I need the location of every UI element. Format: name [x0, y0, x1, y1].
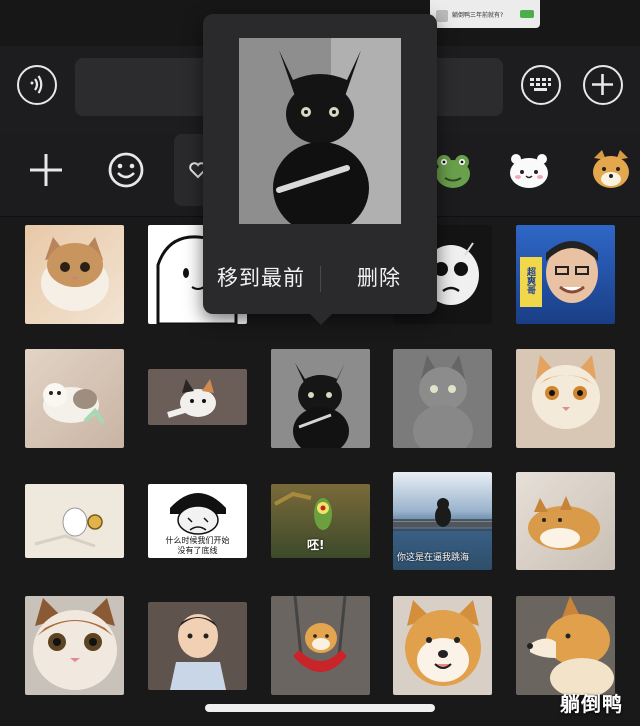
move-to-front-button[interactable]: 移到最前: [217, 262, 305, 292]
cat-closeup-image: [33, 598, 117, 690]
sticker-meme-no-bottom-line[interactable]: 什么时候我们开始 没有了底线: [148, 484, 247, 558]
chat-message-preview: 躺倒鸭三年前就有?: [430, 0, 540, 28]
black-cat-preview-image: [239, 38, 401, 224]
kitten-image: [43, 383, 105, 425]
add-sticker-icon[interactable]: [26, 150, 66, 190]
shiba-swing-image: [293, 596, 347, 672]
sticker-caption: 什么时候我们开始 没有了底线: [165, 536, 230, 555]
preview-button[interactable]: [520, 10, 534, 18]
sticker-toddler[interactable]: [148, 602, 247, 690]
avatar: [436, 10, 448, 22]
shiba-lying-image: [528, 496, 600, 550]
sticker-cat-closeup[interactable]: [25, 596, 124, 695]
sticker-shiba-swing[interactable]: [271, 596, 370, 695]
sticker-context-menu: 移到最前 删除: [203, 14, 437, 314]
sticker-shiba-side[interactable]: [516, 596, 615, 695]
sticker-black-cat-selected[interactable]: [271, 349, 370, 448]
watermark: 躺倒鸭: [560, 692, 623, 716]
sticker-super-cool-guy[interactable]: 超爽哥: [516, 225, 615, 324]
shiba-sticker-tab-icon[interactable]: [588, 148, 634, 192]
delete-button[interactable]: 删除: [357, 262, 401, 292]
menu-divider: [320, 266, 321, 292]
plus-icon: [592, 74, 613, 95]
emoji-icon[interactable]: [106, 150, 146, 190]
sticker-cat-lying[interactable]: [25, 225, 124, 324]
sticker-grey-cat[interactable]: [393, 349, 492, 448]
sticker-caption: 呸!: [307, 538, 325, 552]
sticker-plankton-spit[interactable]: 呸!: [271, 484, 370, 558]
voice-button[interactable]: [17, 65, 57, 105]
shiba-side-image: [527, 596, 614, 695]
toddler-image: [170, 614, 226, 690]
sticker-kitten-play[interactable]: [25, 349, 124, 448]
shiba-face-image: [405, 600, 481, 686]
hamster-cartoon-image: [34, 507, 103, 548]
sticker-cat-sea[interactable]: 你这是在逼我跳海: [393, 472, 492, 570]
keyboard-button[interactable]: [521, 65, 561, 105]
sticker-hamster-cartoon[interactable]: [25, 484, 124, 558]
voice-icon: [30, 75, 43, 94]
sticker-shiba-lying[interactable]: [516, 472, 615, 570]
sticker-preview: [239, 38, 401, 224]
context-menu-pointer: [309, 313, 333, 325]
black-cat-nail-file-image: [271, 349, 370, 448]
chat-preview-text: 躺倒鸭三年前就有?: [452, 12, 504, 19]
context-menu-actions: 移到最前 删除: [203, 262, 437, 302]
sticker-caption: 超爽哥: [525, 267, 535, 294]
sticker-shiba-face[interactable]: [393, 596, 492, 695]
sticker-orange-cat[interactable]: [516, 349, 615, 448]
grey-cat-image: [413, 355, 473, 448]
orange-cat-image: [532, 355, 600, 429]
more-button[interactable]: [583, 65, 623, 105]
keyboard-icon: [530, 78, 551, 91]
cat-face-image: [41, 237, 109, 311]
peeking-cat-image: [167, 379, 216, 418]
white-bun-sticker-tab-icon[interactable]: [506, 148, 552, 192]
sticker-caption: 你这是在逼我跳海: [397, 553, 470, 563]
sticker-cat-peek[interactable]: [148, 369, 247, 425]
home-indicator[interactable]: [205, 704, 435, 712]
